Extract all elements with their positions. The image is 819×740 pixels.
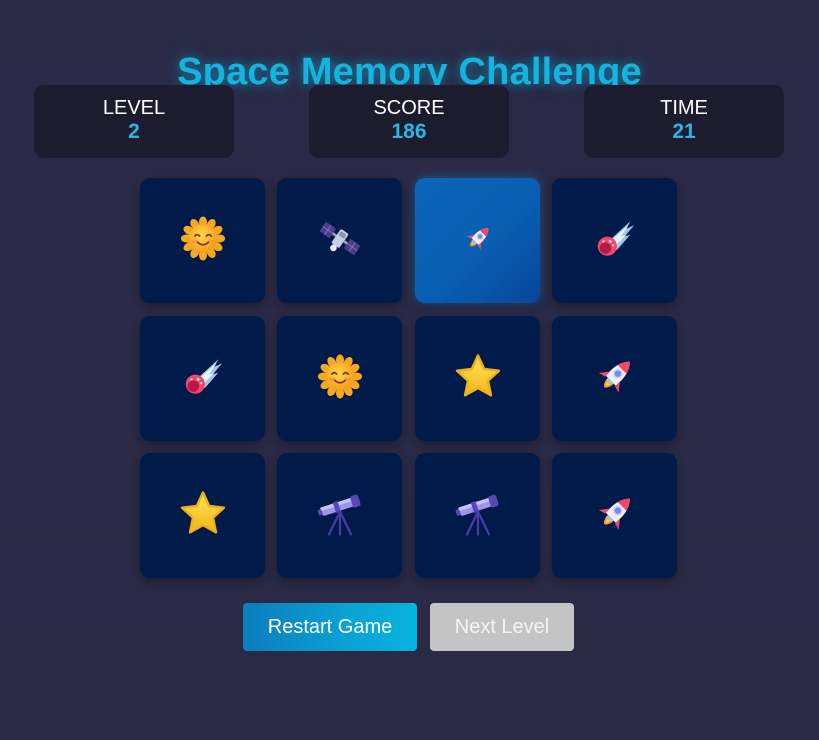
memory-card[interactable] [415,316,540,441]
star-icon [454,352,502,405]
comet-icon [592,215,638,266]
satellite-icon [317,215,363,266]
rocket-icon [591,352,639,405]
level-label: LEVEL [102,97,166,119]
memory-card[interactable] [140,453,265,578]
score-value: 186 [391,120,427,143]
comet-icon [180,353,226,404]
memory-card[interactable] [140,178,265,303]
sun-icon [317,353,363,404]
memory-card[interactable] [140,316,265,441]
memory-card[interactable] [277,178,402,303]
telescope-icon [454,489,502,542]
next-level-button[interactable]: Next Level [430,603,574,651]
sun-icon [180,215,226,266]
stats-bar: LEVEL 2 SCORE 186 TIME 21 [34,85,784,158]
level-panel: LEVEL 2 [34,85,234,158]
time-label: TIME [660,97,708,119]
memory-card[interactable] [552,178,677,303]
memory-card[interactable] [277,316,402,441]
memory-card[interactable] [415,178,540,303]
memory-card[interactable] [552,316,677,441]
telescope-icon [316,489,364,542]
memory-card[interactable] [277,453,402,578]
time-value: 21 [672,120,696,143]
restart-game-button[interactable]: Restart Game [243,603,417,651]
card-grid [140,178,677,578]
memory-card[interactable] [415,453,540,578]
score-panel: SCORE 186 [309,85,509,158]
level-value: 2 [128,120,140,143]
button-row: Restart Game Next Level [0,603,819,651]
rocket-icon [591,489,639,542]
star-icon [179,489,227,542]
rocket-icon [461,221,495,260]
score-label: SCORE [373,97,445,119]
memory-card[interactable] [552,453,677,578]
time-panel: TIME 21 [584,85,784,158]
